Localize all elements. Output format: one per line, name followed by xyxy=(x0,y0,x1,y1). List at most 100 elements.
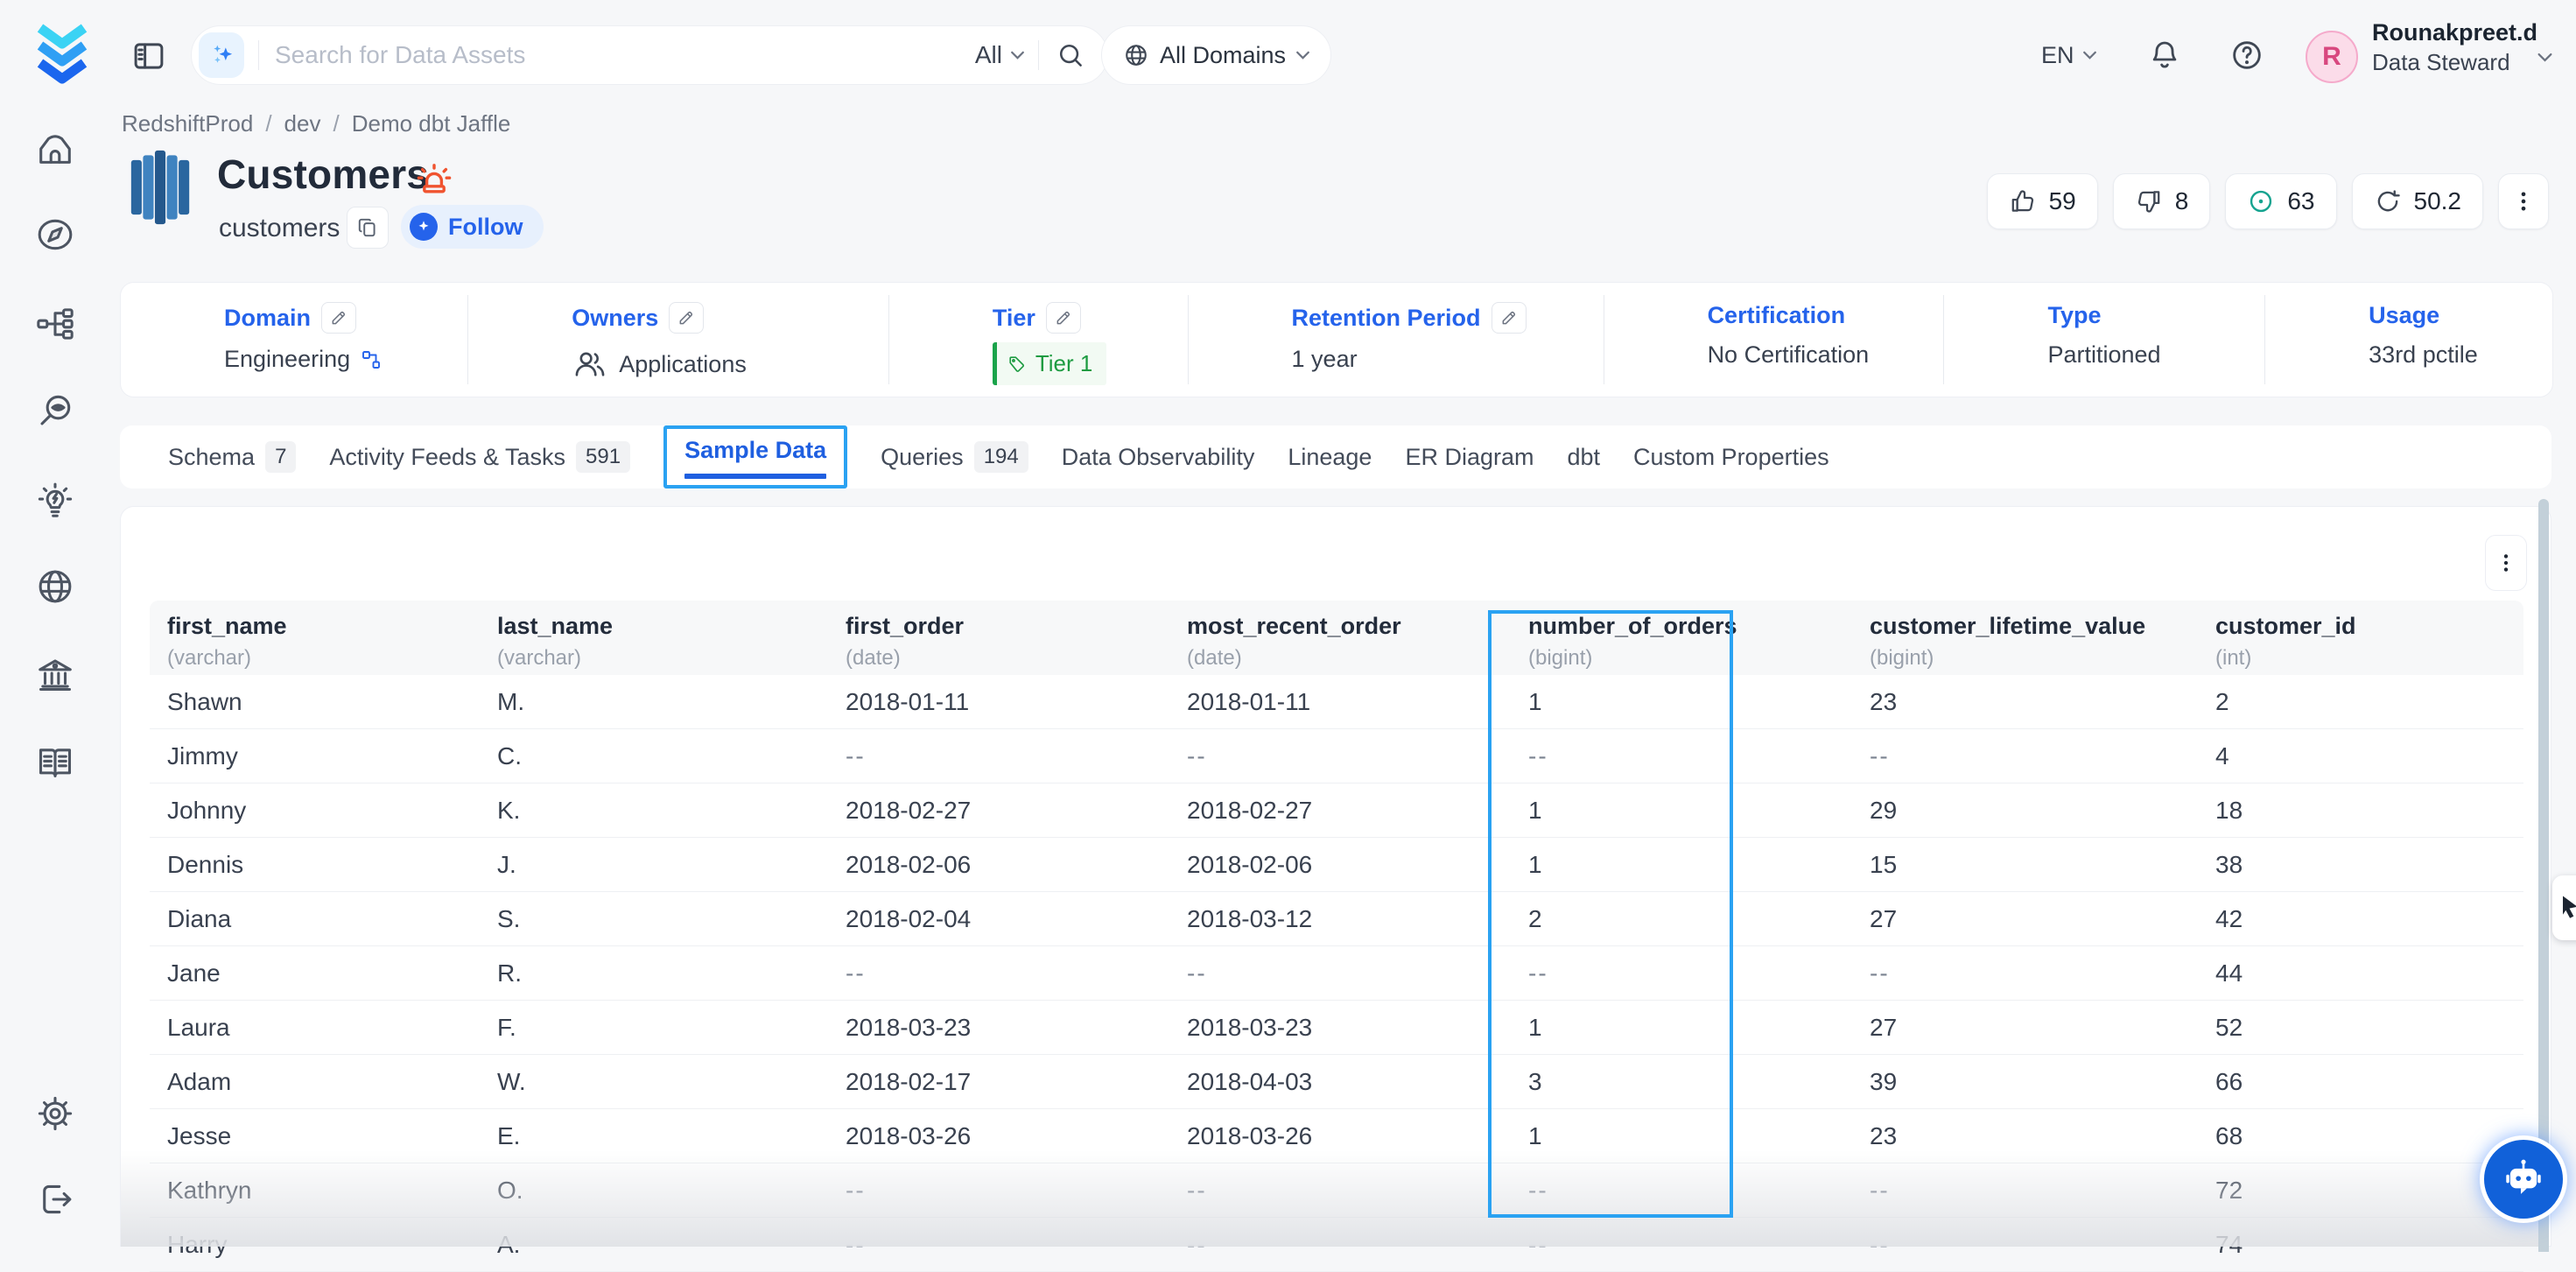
table-cell: 2018-02-27 xyxy=(828,797,1169,825)
tab-count-badge: 7 xyxy=(265,441,296,473)
retention-value: 1 year xyxy=(1292,346,1358,373)
table-options-button[interactable] xyxy=(2485,535,2527,591)
table-cell: 2018-02-06 xyxy=(1169,851,1511,879)
avatar[interactable]: R xyxy=(2306,31,2358,83)
table-cell: -- xyxy=(1511,1177,1852,1205)
ai-search-button[interactable] xyxy=(199,32,244,78)
sidebar-item-governance[interactable] xyxy=(32,652,78,698)
breadcrumb-database[interactable]: dev xyxy=(284,110,321,137)
table-cell: 2018-03-26 xyxy=(828,1122,1169,1150)
metadata-type: Type Partitioned xyxy=(1944,283,2265,397)
alert-siren-icon[interactable] xyxy=(413,159,455,201)
chevron-down-icon xyxy=(2537,53,2552,62)
help-button[interactable] xyxy=(2225,33,2269,77)
table-row: JohnnyK.2018-02-272018-02-2712918 xyxy=(150,784,2523,838)
tab-custom-properties[interactable]: Custom Properties xyxy=(1633,444,1829,471)
tier-value: Tier 1 xyxy=(1035,350,1093,377)
table-cell: 44 xyxy=(2198,959,2523,987)
domain-value[interactable]: Engineering xyxy=(224,346,350,373)
tab-activity-feeds[interactable]: Activity Feeds & Tasks 591 xyxy=(329,441,630,473)
dislikes-button[interactable]: 8 xyxy=(2113,173,2211,229)
notifications-button[interactable] xyxy=(2143,33,2186,77)
breadcrumb-connection[interactable]: RedshiftProd xyxy=(122,110,253,137)
sidebar-toggle-button[interactable] xyxy=(128,35,170,77)
table-cell: 42 xyxy=(2198,905,2523,933)
table-cell: 15 xyxy=(1852,851,2198,879)
edit-domain-button[interactable] xyxy=(321,302,356,334)
globe-icon xyxy=(35,566,75,607)
table-cell: Adam xyxy=(150,1068,480,1096)
sidebar-item-home[interactable] xyxy=(32,127,78,172)
edit-owners-button[interactable] xyxy=(669,302,704,334)
column-header-most-recent-order[interactable]: most_recent_order(date) xyxy=(1169,613,1511,675)
assistant-bot-icon xyxy=(2501,1156,2546,1202)
table-cell: 2 xyxy=(1511,905,1852,933)
tab-sample-data-active[interactable]: Sample Data xyxy=(663,425,847,488)
user-menu-button[interactable] xyxy=(2530,42,2559,72)
metadata-owners: Owners Applications xyxy=(468,283,889,397)
language-dropdown[interactable]: EN xyxy=(2041,0,2096,110)
table-cell: 2018-01-11 xyxy=(1169,688,1511,716)
open-book-icon xyxy=(35,742,75,783)
tab-queries[interactable]: Queries 194 xyxy=(881,441,1028,473)
tab-lineage[interactable]: Lineage xyxy=(1288,444,1372,471)
owners-value[interactable]: Applications xyxy=(619,351,747,378)
sidebar-item-insights[interactable] xyxy=(32,478,78,524)
table-cell: -- xyxy=(1511,742,1852,770)
follow-button[interactable]: Follow xyxy=(401,205,544,249)
column-header-last-name[interactable]: last_name(varchar) xyxy=(480,613,828,675)
table-cell: Jimmy xyxy=(150,742,480,770)
tier-badge[interactable]: Tier 1 xyxy=(993,342,1107,385)
tier-tag-icon xyxy=(1007,355,1027,374)
column-header-number-of-orders[interactable]: number_of_orders(bigint) xyxy=(1511,613,1852,675)
column-header-first-order[interactable]: first_order(date) xyxy=(828,613,1169,675)
likes-button[interactable]: 59 xyxy=(1987,173,2098,229)
sidebar-item-lineage[interactable] xyxy=(32,301,78,347)
tab-count-badge: 591 xyxy=(576,441,630,473)
tab-data-observability[interactable]: Data Observability xyxy=(1062,444,1255,471)
domain-link-icon xyxy=(361,349,382,370)
tab-dbt[interactable]: dbt xyxy=(1567,444,1600,471)
table-cell: 38 xyxy=(2198,851,2523,879)
breadcrumb-schema[interactable]: Demo dbt Jaffle xyxy=(352,110,511,137)
table-cell: 52 xyxy=(2198,1014,2523,1042)
search-submit-button[interactable] xyxy=(1053,38,1088,73)
search-input[interactable] xyxy=(273,40,961,70)
edit-tier-button[interactable] xyxy=(1046,302,1081,334)
tab-schema[interactable]: Schema 7 xyxy=(168,441,296,473)
table-cell: -- xyxy=(828,959,1169,987)
freshness-button[interactable]: 50.2 xyxy=(2352,173,2484,229)
sidebar-item-profile[interactable] xyxy=(32,388,78,433)
sidebar-item-logout[interactable] xyxy=(32,1177,78,1222)
edit-pencil-icon xyxy=(1055,309,1072,327)
table-cell: 2018-02-27 xyxy=(1169,797,1511,825)
page-title: Customers xyxy=(217,151,429,198)
copy-name-button[interactable] xyxy=(347,207,389,249)
tab-label: Lineage xyxy=(1288,444,1372,471)
search-scope-dropdown[interactable]: All xyxy=(975,41,1024,69)
table-cell: M. xyxy=(480,688,828,716)
column-header-customer-id[interactable]: customer_id(int) xyxy=(2198,613,2523,675)
tab-label: dbt xyxy=(1567,444,1600,471)
sample-data-panel: first_name(varchar) last_name(varchar) f… xyxy=(120,506,2551,1247)
column-header-first-name[interactable]: first_name(varchar) xyxy=(150,613,480,675)
tab-er-diagram[interactable]: ER Diagram xyxy=(1405,444,1534,471)
atlan-logo[interactable] xyxy=(33,21,91,86)
domains-filter-dropdown[interactable]: All Domains xyxy=(1101,25,1331,85)
search-scope-label: All xyxy=(975,41,1002,69)
edit-retention-button[interactable] xyxy=(1492,302,1527,334)
sidebar-item-web[interactable] xyxy=(32,564,78,609)
table-cell: 1 xyxy=(1511,1122,1852,1150)
popularity-button[interactable]: 63 xyxy=(2225,173,2336,229)
metadata-usage: Usage 33rd pctile xyxy=(2265,283,2552,397)
table-cell: -- xyxy=(1169,1177,1511,1205)
sidebar-item-discover[interactable] xyxy=(32,212,78,257)
asset-more-menu-button[interactable] xyxy=(2498,173,2549,229)
sidebar-item-settings[interactable] xyxy=(32,1091,78,1136)
home-icon xyxy=(35,130,75,170)
table-cell: 2018-02-17 xyxy=(828,1068,1169,1096)
assistant-chat-button[interactable] xyxy=(2480,1135,2567,1223)
table-cell: F. xyxy=(480,1014,828,1042)
column-header-customer-lifetime-value[interactable]: customer_lifetime_value(bigint) xyxy=(1852,613,2198,675)
sidebar-item-glossary[interactable] xyxy=(32,740,78,785)
